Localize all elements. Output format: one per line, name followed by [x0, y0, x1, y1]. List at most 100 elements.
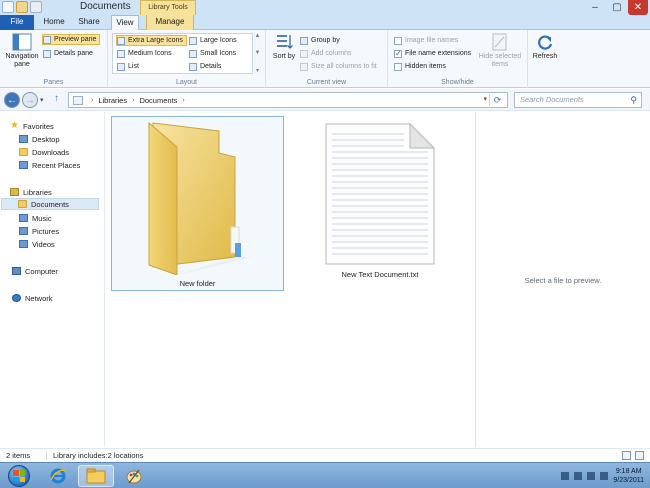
taskbar-internet-explorer[interactable]	[40, 465, 76, 487]
new-folder-icon[interactable]	[30, 1, 42, 13]
panes-group-label: Panes	[43, 79, 64, 86]
image-file-names-toggle[interactable]: Image file names	[394, 35, 458, 46]
file-name-extensions-checkbox[interactable]	[394, 48, 402, 59]
nav-pictures-label: Pictures	[32, 226, 60, 236]
large-icons-label: Large Icons	[200, 37, 237, 44]
status-bar: 2 items Library includes:2 locations	[0, 448, 650, 462]
clock-date: 9/23/2011	[613, 477, 644, 484]
details-view-icon[interactable]	[622, 451, 631, 460]
large-icons-icon	[189, 36, 197, 45]
recent-locations-dropdown-icon[interactable]: ▾	[40, 96, 44, 104]
maximize-button[interactable]: ▢	[606, 0, 628, 15]
sort-by-button[interactable]: Sort by	[272, 33, 296, 61]
small-icons-icon	[189, 49, 197, 58]
start-button[interactable]	[8, 465, 30, 487]
desktop-icon	[19, 135, 28, 143]
tab-home[interactable]: Home	[37, 15, 71, 30]
taskbar-file-explorer[interactable]	[78, 465, 114, 487]
nav-documents[interactable]: Documents	[1, 198, 99, 210]
small-icons-label: Small Icons	[200, 50, 237, 57]
paint-palette-icon	[126, 469, 142, 484]
breadcrumb-separator-icon[interactable]: ›	[91, 97, 93, 104]
text-document-icon	[325, 122, 436, 265]
address-bar[interactable]: › Libraries › Documents › ▾ ⟳	[68, 92, 508, 108]
hide-selected-items-button[interactable]: Hide selected items	[478, 33, 522, 69]
show-hide-group-label: Show/hide	[441, 79, 474, 86]
nav-libraries[interactable]: Libraries	[10, 186, 52, 198]
hidden-items-toggle[interactable]: Hidden items	[394, 61, 446, 72]
view-switcher	[622, 451, 644, 460]
forward-button[interactable]: →	[22, 92, 38, 108]
size-all-columns-button[interactable]: Size all columns to fit	[300, 61, 377, 72]
clock[interactable]: 9:18 AM 9/23/2011	[613, 467, 644, 485]
hidden-items-checkbox[interactable]	[394, 62, 402, 71]
nav-network-label: Network	[25, 293, 53, 303]
tab-view[interactable]: View	[111, 15, 139, 31]
tab-manage[interactable]: Manage	[146, 15, 194, 30]
gallery-more-icon[interactable]: ▾	[256, 67, 259, 74]
search-icon[interactable]: ⚲	[630, 93, 637, 107]
file-tile-label: New folder	[179, 279, 216, 288]
ribbon: Navigation pane Preview pane Details pan…	[0, 30, 650, 88]
nav-pictures[interactable]: Pictures	[19, 225, 59, 237]
search-input[interactable]: Search Documents ⚲	[514, 92, 642, 108]
star-icon: ★	[10, 120, 19, 131]
layout-details[interactable]: Details	[189, 61, 221, 72]
layout-large-icons[interactable]: Large Icons	[189, 35, 237, 46]
current-view-group: Sort by Group by Add columns Size all co…	[266, 30, 388, 88]
tab-share[interactable]: Share	[73, 15, 105, 30]
address-refresh-icon[interactable]: ⟳	[489, 94, 505, 106]
nav-recent-places[interactable]: Recent Places	[19, 159, 80, 171]
action-center-icon[interactable]	[561, 472, 570, 480]
refresh-button[interactable]: Refresh	[530, 33, 560, 61]
volume-icon[interactable]	[587, 472, 596, 480]
up-button[interactable]: ↑	[54, 93, 59, 104]
navigation-pane-button[interactable]: Navigation pane	[4, 33, 40, 69]
scroll-down-icon[interactable]: ▼	[255, 50, 261, 56]
breadcrumb-libraries[interactable]: Libraries	[98, 96, 127, 105]
layout-list[interactable]: List	[117, 61, 139, 72]
computer-icon	[12, 267, 21, 275]
documents-library-icon	[18, 200, 27, 208]
breadcrumb-separator-icon[interactable]: ›	[182, 97, 184, 104]
layout-medium-icons[interactable]: Medium Icons	[117, 48, 172, 59]
hide-selected-items-icon	[492, 33, 507, 51]
layout-extra-large-icons[interactable]: Extra Large Icons	[116, 35, 187, 46]
tab-file[interactable]: File	[0, 15, 34, 30]
close-button[interactable]: ✕	[628, 0, 648, 15]
breadcrumb-documents[interactable]: Documents	[139, 96, 177, 105]
nav-music[interactable]: Music	[19, 212, 52, 224]
details-pane-button[interactable]: Details pane	[43, 48, 93, 59]
large-icons-view-icon[interactable]	[635, 451, 644, 460]
breadcrumb-separator-icon[interactable]: ›	[132, 97, 134, 104]
network-status-icon[interactable]	[574, 472, 583, 480]
preview-pane-button[interactable]: Preview pane	[42, 34, 101, 45]
language-icon[interactable]	[600, 472, 609, 480]
nav-videos[interactable]: Videos	[19, 238, 55, 250]
nav-computer[interactable]: Computer	[12, 265, 58, 277]
file-tile-label: New Text Document.txt	[341, 270, 419, 279]
properties-icon[interactable]	[16, 1, 28, 13]
scroll-up-icon[interactable]: ▲	[255, 33, 261, 39]
layout-gallery-scroller[interactable]: ▲ ▼ ▾	[252, 33, 262, 74]
library-location-icon	[73, 95, 83, 105]
file-tile[interactable]: New folder	[111, 116, 284, 291]
videos-library-icon	[19, 240, 28, 248]
minimize-button[interactable]: –	[584, 0, 606, 15]
file-tile[interactable]: New Text Document.txt	[315, 122, 445, 292]
image-file-names-checkbox[interactable]	[394, 36, 402, 45]
taskbar-paint[interactable]	[116, 465, 152, 487]
folder-icon	[148, 121, 253, 275]
layout-small-icons[interactable]: Small Icons	[189, 48, 236, 59]
nav-network[interactable]: Network	[12, 292, 53, 304]
back-button[interactable]: ←	[4, 92, 20, 108]
library-info[interactable]: Library includes:2 locations	[46, 451, 143, 460]
group-by-button[interactable]: Group by	[300, 35, 340, 46]
window-menu-icon[interactable]	[2, 1, 14, 13]
add-columns-button[interactable]: Add columns	[300, 48, 351, 59]
nav-favorites[interactable]: ★ Favorites	[10, 120, 54, 132]
nav-desktop[interactable]: Desktop	[19, 133, 60, 145]
address-dropdown-icon[interactable]: ▾	[483, 95, 487, 103]
file-name-extensions-toggle[interactable]: File name extensions	[394, 48, 471, 59]
nav-downloads[interactable]: Downloads	[19, 146, 69, 158]
